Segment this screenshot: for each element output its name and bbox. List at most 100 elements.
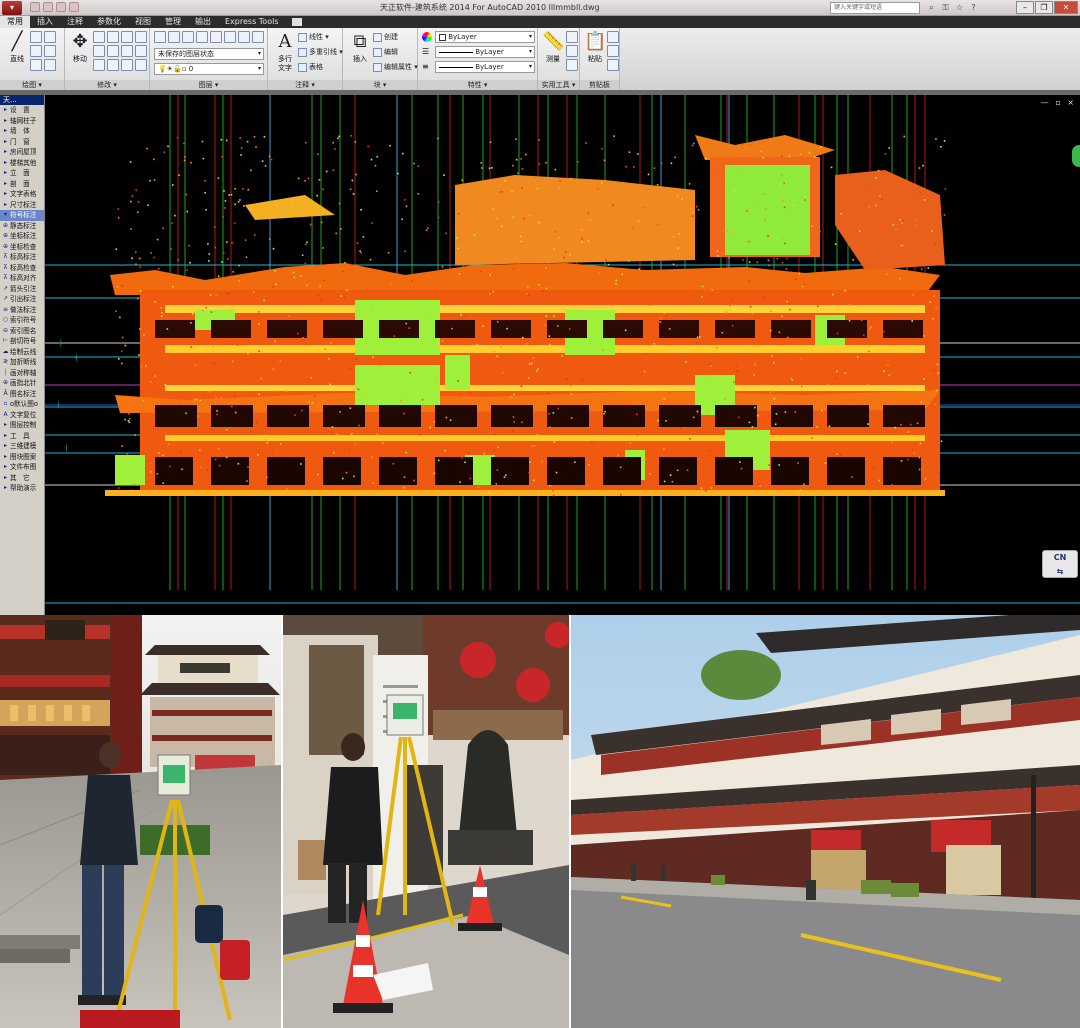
tab-parametric[interactable]: 参数化: [90, 16, 128, 28]
linear-dim-button[interactable]: 线性 ▾: [298, 32, 329, 42]
rotate-icon[interactable]: [93, 31, 105, 43]
polyline-icon[interactable]: [30, 31, 42, 43]
palette-item[interactable]: ⊕ 坐标检查: [0, 242, 44, 253]
minimize-button[interactable]: –: [1016, 1, 1034, 14]
insert-block-button[interactable]: ⧉ 插入: [345, 31, 375, 77]
palette-item[interactable]: ↗ 箭头引注: [0, 284, 44, 295]
tab-manage[interactable]: 管理: [158, 16, 188, 28]
ellipse-icon[interactable]: [30, 59, 42, 71]
layer-combo[interactable]: 💡☀🔓▫ 0 ▾: [154, 63, 264, 75]
save-icon[interactable]: [56, 2, 66, 12]
mirror-icon[interactable]: [135, 31, 147, 43]
scale-icon[interactable]: [107, 45, 119, 57]
copy-clip-icon[interactable]: [607, 45, 619, 57]
layer-properties-icon[interactable]: [154, 31, 166, 43]
palette-item[interactable]: ⊼ 标高检查: [0, 263, 44, 274]
palette-item[interactable]: ⊼ 标高标注: [0, 252, 44, 263]
color-combo[interactable]: ByLayer ▾: [435, 31, 535, 43]
palette-item[interactable]: ▸ 房间屋顶: [0, 147, 44, 158]
color-wheel-icon[interactable]: [422, 32, 432, 42]
panel-clipboard-label[interactable]: 剪贴板: [580, 80, 619, 90]
application-menu-button[interactable]: ▾: [2, 1, 22, 15]
edit-block-button[interactable]: 编辑: [373, 47, 398, 57]
tab-annotate[interactable]: 注释: [60, 16, 90, 28]
palette-item[interactable]: ▸ 帮助演示: [0, 483, 44, 494]
palette-item[interactable]: ≡ 做法标注: [0, 305, 44, 316]
layer-lock-icon[interactable]: [224, 31, 236, 43]
mtext-button[interactable]: A 多行 文字: [270, 31, 300, 77]
edit-attribute-button[interactable]: 编辑属性 ▾: [373, 62, 418, 72]
erase-icon[interactable]: [135, 45, 147, 57]
palette-item[interactable]: ▸ 设 置: [0, 105, 44, 116]
measure-button[interactable]: 📏 测量: [538, 31, 568, 77]
tab-output[interactable]: 输出: [188, 16, 218, 28]
palette-item[interactable]: ▸ 剖 面: [0, 179, 44, 190]
tab-home[interactable]: 常用: [0, 16, 30, 28]
close-button[interactable]: ✕: [1054, 1, 1078, 14]
panel-utilities-label[interactable]: 实用工具 ▾: [538, 80, 579, 90]
hatch-icon[interactable]: [44, 59, 56, 71]
paste-button[interactable]: 📋 粘贴: [580, 31, 610, 77]
layer-state-combo[interactable]: 未保存的图层状态 ▾: [154, 48, 264, 60]
palette-item[interactable]: ☁ 绘制云线: [0, 347, 44, 358]
palette-item[interactable]: ▸ 墙 体: [0, 126, 44, 137]
tab-insert[interactable]: 插入: [30, 16, 60, 28]
tab-view[interactable]: 视图: [128, 16, 158, 28]
binoculars-icon[interactable]: ⌕: [926, 2, 937, 13]
panel-annotation-label[interactable]: 注释 ▾: [268, 80, 342, 90]
panel-draw-label[interactable]: 绘图 ▾: [0, 80, 64, 90]
layer-isolate-icon[interactable]: [196, 31, 208, 43]
green-status-tab[interactable]: [1072, 145, 1080, 167]
palette-item[interactable]: ↗ 引出标注: [0, 294, 44, 305]
array-icon[interactable]: [121, 45, 133, 57]
palette-item[interactable]: ▸ 工 具: [0, 431, 44, 442]
table-button[interactable]: 表格: [298, 62, 323, 72]
drawing-canvas[interactable]: ┤ ┤ ┤ ┤ — ▫ × CN ⇆: [45, 95, 1080, 615]
palette-item[interactable]: ▾ 符号标注: [0, 210, 44, 221]
rectangle-icon[interactable]: [44, 45, 56, 57]
layer-state-icon[interactable]: [168, 31, 180, 43]
match-properties-icon[interactable]: [607, 59, 619, 71]
key-icon[interactable]: ⚿: [940, 2, 951, 13]
star-icon[interactable]: ☆: [954, 2, 965, 13]
create-block-button[interactable]: 创建: [373, 32, 398, 42]
palette-item[interactable]: ⊕ 画指北针: [0, 378, 44, 389]
view-cube[interactable]: CN ⇆: [1042, 550, 1078, 578]
trim-icon[interactable]: [107, 31, 119, 43]
palette-item[interactable]: A 文字复位: [0, 410, 44, 421]
layer-freeze-icon[interactable]: [210, 31, 222, 43]
move-button[interactable]: ✥ 移动: [65, 31, 95, 77]
open-icon[interactable]: [43, 2, 53, 12]
ribbon-toggle-icon[interactable]: [291, 18, 302, 26]
palette-item[interactable]: ○ 索引符号: [0, 315, 44, 326]
multileader-button[interactable]: 多重引线 ▾: [298, 47, 343, 57]
search-input[interactable]: 键入关键字或短语: [830, 2, 920, 14]
palette-item[interactable]: ▸ 立 面: [0, 168, 44, 179]
tab-express-tools[interactable]: Express Tools: [218, 16, 286, 28]
palette-item[interactable]: ⊢ 剖切符号: [0, 336, 44, 347]
palette-item[interactable]: ▸ 轴网柱子: [0, 116, 44, 127]
offset-icon[interactable]: [121, 59, 133, 71]
palette-item[interactable]: ▸ 图层控制: [0, 420, 44, 431]
calculator-icon[interactable]: [566, 45, 578, 57]
help-icon[interactable]: ?: [968, 2, 979, 13]
palette-item[interactable]: ┆ 画对称轴: [0, 368, 44, 379]
palette-item[interactable]: ⊕ 静态标注: [0, 221, 44, 232]
quick-select-icon[interactable]: [566, 31, 578, 43]
palette-item[interactable]: ▸ 图块图案: [0, 452, 44, 463]
palette-item[interactable]: ▸ 门 窗: [0, 137, 44, 148]
palette-item[interactable]: Ā 图名标注: [0, 389, 44, 400]
panel-block-label[interactable]: 块 ▾: [343, 80, 417, 90]
linetype-icon[interactable]: ☰: [422, 47, 432, 57]
palette-item[interactable]: ▸ 文字表格: [0, 189, 44, 200]
undo-icon[interactable]: [69, 2, 79, 12]
palette-item[interactable]: ▸ 文件布图: [0, 462, 44, 473]
maximize-button[interactable]: ❐: [1035, 1, 1053, 14]
lineweight-combo[interactable]: ByLayer ▾: [435, 61, 535, 73]
palette-item[interactable]: ⊼ 标高对齐: [0, 273, 44, 284]
panel-properties-label[interactable]: 特性 ▾: [418, 80, 537, 90]
palette-item[interactable]: ≷ 加折断线: [0, 357, 44, 368]
stretch-icon[interactable]: [93, 45, 105, 57]
linetype-combo[interactable]: ByLayer ▾: [435, 46, 535, 58]
chamfer-icon[interactable]: [135, 59, 147, 71]
